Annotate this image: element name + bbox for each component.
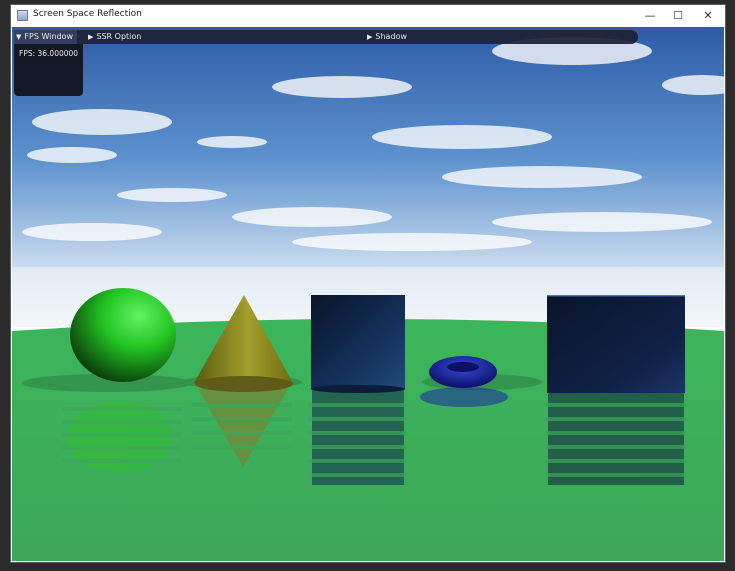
imgui-menubar: ▼ FPS Window ▶ SSR Option ▶ Shadow	[14, 30, 638, 44]
title-bar[interactable]: Screen Space Reflection — ☐ ✕	[11, 5, 725, 28]
scene-render	[12, 27, 724, 561]
render-viewport[interactable]: ▼ FPS Window ▶ SSR Option ▶ Shadow FPS: 36.…	[12, 27, 724, 561]
triangle-right-icon: ▶	[88, 33, 94, 41]
window-title: Screen Space Reflection	[33, 9, 142, 19]
fps-readout: FPS: 36.000000	[19, 49, 79, 58]
triangle-right-icon: ▶	[367, 33, 373, 41]
maximize-button[interactable]: ☐	[663, 5, 693, 27]
menu-shadow[interactable]: ▶ Shadow	[365, 30, 407, 44]
cylinder-object	[311, 295, 405, 389]
app-window: Screen Space Reflection — ☐ ✕ ▼ FPS Wind…	[10, 4, 726, 563]
menu-shadow-label: Shadow	[375, 32, 407, 41]
fps-window-panel: FPS: 36.000000	[14, 44, 83, 96]
menu-ssr-option-label: SSR Option	[96, 32, 142, 41]
menu-fps-window-label: FPS Window	[24, 32, 73, 41]
minimize-button[interactable]: —	[635, 5, 665, 27]
menu-ssr-option[interactable]: ▶ SSR Option	[86, 30, 141, 44]
app-icon	[17, 10, 28, 21]
cube-object	[547, 296, 685, 393]
sphere-object	[70, 288, 176, 382]
close-button[interactable]: ✕	[693, 5, 723, 27]
menu-fps-window[interactable]: ▼ FPS Window	[14, 30, 77, 44]
triangle-down-icon: ▼	[16, 33, 22, 41]
